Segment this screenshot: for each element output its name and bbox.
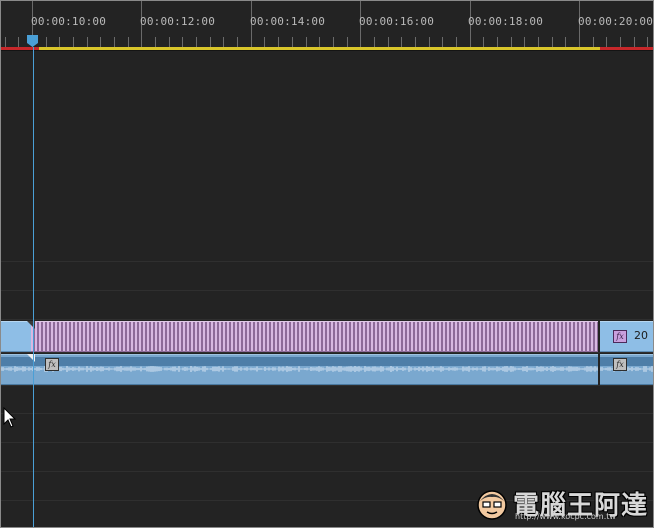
audio-clip[interactable]: fx bbox=[1, 354, 598, 385]
fx-badge-icon[interactable]: fx bbox=[613, 330, 627, 343]
audio-clip-next[interactable]: fx bbox=[600, 354, 653, 385]
watermark: 電腦王阿達 http://www.kocpc.com.tw bbox=[475, 485, 647, 521]
video-clip[interactable] bbox=[31, 321, 598, 352]
timeline-panel: 00:00:10:00 00:00:12:00 00:00:14:00 00:0… bbox=[0, 0, 654, 528]
video-clip-next[interactable]: fx 20 bbox=[600, 321, 653, 352]
track-divider bbox=[1, 352, 653, 353]
track-divider bbox=[1, 442, 653, 443]
timecode-label: 00:00:20:00 bbox=[578, 15, 654, 28]
clip-name-label: 20 bbox=[634, 329, 648, 342]
track-divider bbox=[1, 319, 653, 320]
fx-badge-icon[interactable]: fx bbox=[613, 358, 627, 371]
watermark-url: http://www.kocpc.com.tw bbox=[515, 512, 616, 521]
playhead-line[interactable] bbox=[33, 47, 34, 527]
fx-badge-icon[interactable]: fx bbox=[45, 358, 59, 371]
timecode-label: 00:00:18:00 bbox=[468, 15, 544, 28]
timecode-label: 00:00:12:00 bbox=[140, 15, 216, 28]
mascot-logo-icon bbox=[477, 490, 507, 520]
timecode-label: 00:00:10:00 bbox=[31, 15, 107, 28]
playhead-marker-icon[interactable] bbox=[27, 35, 38, 47]
track-divider bbox=[1, 385, 653, 386]
video-clip-frames bbox=[31, 322, 598, 351]
track-divider bbox=[1, 413, 653, 414]
time-ruler[interactable]: 00:00:10:00 00:00:12:00 00:00:14:00 00:0… bbox=[1, 1, 653, 48]
track-area[interactable]: fx 20 fx fx bbox=[1, 51, 653, 527]
track-divider bbox=[1, 290, 653, 291]
track-divider bbox=[1, 261, 653, 262]
audio-waveform bbox=[1, 366, 598, 372]
mouse-pointer-icon bbox=[3, 407, 17, 428]
track-divider bbox=[1, 471, 653, 472]
timecode-label: 00:00:14:00 bbox=[250, 15, 326, 28]
timecode-label: 00:00:16:00 bbox=[359, 15, 435, 28]
